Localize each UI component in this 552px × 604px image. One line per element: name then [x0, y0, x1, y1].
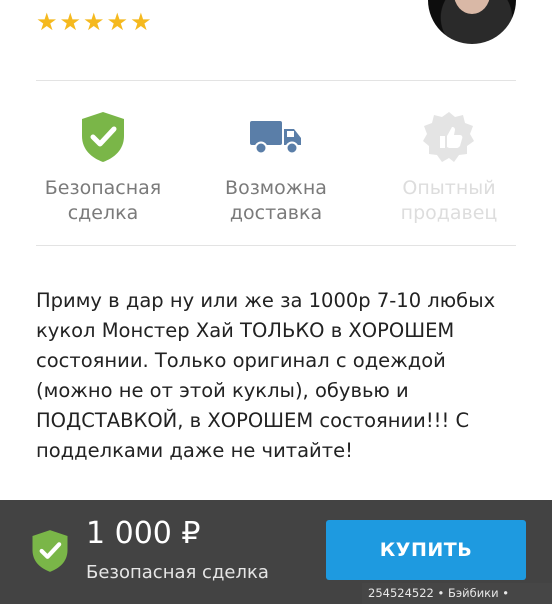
feature-label: Опытный: [402, 177, 496, 199]
truck-icon: [248, 108, 304, 166]
rating-stars: ★ ★ ★ ★ ★: [36, 8, 152, 36]
feature-label: сделка: [67, 202, 139, 224]
price: 1 000 ₽: [86, 516, 201, 551]
divider: [36, 245, 516, 246]
seller-features: Безопасная сделка Возможна доставка Опыт…: [18, 108, 534, 226]
feature-delivery[interactable]: Возможна доставка: [191, 108, 361, 226]
divider: [36, 80, 516, 81]
shield-check-icon: [30, 528, 70, 579]
feature-label: доставка: [229, 202, 323, 224]
feature-safe-deal[interactable]: Безопасная сделка: [18, 108, 188, 226]
star-icon: ★: [130, 8, 152, 36]
seller-avatar[interactable]: [428, 0, 516, 44]
feature-experienced-seller[interactable]: Опытный продавец: [364, 108, 534, 226]
shield-check-icon: [79, 108, 127, 166]
thumbs-up-badge-icon: [422, 108, 476, 166]
feature-label: Безопасная: [44, 177, 162, 199]
listing-description: Приму в дар ну или же за 1000р 7-10 любы…: [36, 289, 496, 462]
star-icon: ★: [36, 8, 58, 36]
star-icon: ★: [106, 8, 129, 36]
feature-label: продавец: [400, 202, 498, 224]
feature-label: Возможна: [225, 177, 327, 199]
watermark: 254524522 • Бэйбики • babiki.ru: [362, 583, 552, 604]
buy-button[interactable]: КУПИТЬ: [326, 520, 526, 580]
avatar-face: [454, 0, 490, 14]
star-icon: ★: [83, 8, 105, 36]
safe-deal-label: Безопасная сделка: [86, 562, 269, 583]
star-icon: ★: [59, 8, 82, 36]
